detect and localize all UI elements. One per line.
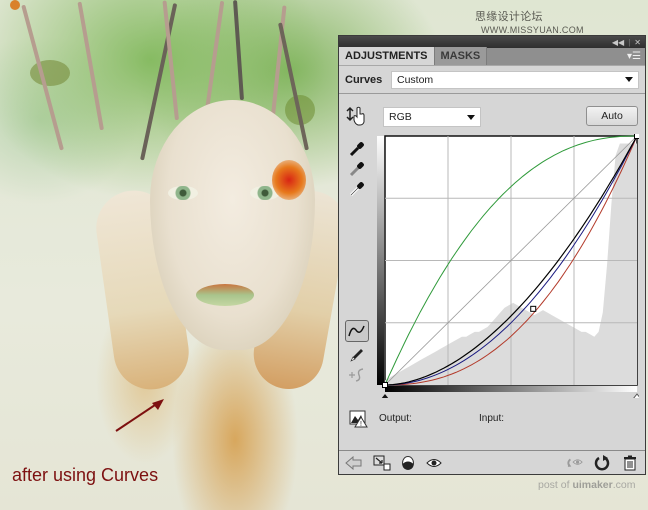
smooth-curve[interactable] — [347, 366, 367, 384]
watermark-brand: uimaker — [572, 479, 613, 491]
input-gradient-bar — [385, 386, 637, 392]
black-point-eyedropper[interactable] — [347, 140, 367, 158]
double-chevron-left-icon[interactable]: ◀◀ — [612, 38, 624, 47]
output-input-row: ! Output: Input: — [339, 408, 645, 430]
view-previous-icon[interactable] — [565, 454, 583, 472]
annotation-arrow — [115, 399, 164, 432]
watermark-suffix: .com — [612, 479, 636, 491]
pencil-icon — [350, 349, 363, 362]
branch — [233, 0, 244, 101]
edit-points-mode[interactable] — [345, 320, 369, 342]
left-eye — [168, 186, 198, 200]
channel-dropdown[interactable]: RGB — [383, 107, 481, 127]
smooth-icon — [349, 368, 364, 382]
reset-icon[interactable] — [593, 454, 611, 472]
gray-point-eyedropper[interactable] — [347, 160, 367, 178]
channel-value: RGB — [389, 111, 412, 123]
watermark-cn: 思缘设计论坛 — [475, 11, 543, 23]
eyedropper-white-icon — [349, 182, 364, 197]
channel-row: RGB Auto — [339, 103, 645, 131]
panel-tabs: ADJUSTMENTS MASKS ▾☰ — [339, 47, 645, 66]
visibility-toggle-icon[interactable] — [399, 454, 417, 472]
output-label: Output: — [379, 413, 412, 424]
hand-arrows-icon[interactable] — [346, 106, 368, 130]
paint-splash — [10, 0, 20, 10]
annotation-caption: after using Curves — [12, 465, 159, 485]
black-point-slider[interactable] — [381, 394, 389, 398]
curve-control-point — [530, 305, 537, 312]
eye-icon[interactable] — [425, 454, 443, 472]
watermark-top: 思缘设计论坛 WWW.MISSYUAN.COM — [475, 8, 648, 36]
chevron-down-icon — [467, 114, 475, 120]
auto-button[interactable]: Auto — [586, 106, 638, 126]
input-label: Input: — [479, 413, 505, 424]
watermark-url: WWW.MISSYUAN.COM — [481, 25, 584, 35]
red-paint-splash — [272, 160, 306, 200]
close-icon[interactable]: ✕ — [634, 38, 641, 47]
curve-endpoint-black — [382, 382, 388, 388]
curves-graph[interactable] — [377, 134, 639, 398]
panel-footer — [339, 450, 645, 474]
white-point-eyedropper[interactable] — [347, 180, 367, 198]
lips — [196, 284, 254, 306]
adjustments-panel: ◀◀ | ✕ ADJUSTMENTS MASKS ▾☰ Curves Custo… — [338, 35, 646, 475]
svg-text:!: ! — [360, 421, 362, 428]
branch — [205, 0, 225, 111]
tab-adjustments[interactable]: ADJUSTMENTS — [339, 47, 434, 65]
draw-mode[interactable] — [347, 346, 367, 364]
tab-masks[interactable]: MASKS — [433, 47, 488, 65]
preset-value: Custom — [397, 73, 434, 86]
eyedropper-gray-icon — [349, 162, 364, 177]
clipping-warning-icon[interactable]: ! — [349, 410, 369, 431]
watermark-bottom: post of uimaker.com — [538, 479, 636, 491]
curve-endpoint-white — [634, 134, 639, 139]
watermark-prefix: post of — [538, 479, 573, 491]
curves-graph-svg[interactable] — [377, 134, 639, 398]
adjustment-type-label: Curves — [345, 73, 383, 86]
trash-icon[interactable] — [621, 454, 639, 472]
titlebar-divider: | — [628, 37, 631, 47]
eyedropper-black-icon — [349, 142, 364, 157]
preset-row: Curves Custom — [339, 66, 645, 94]
panel-menu-icon[interactable]: ▾☰ — [627, 51, 641, 62]
curve-icon — [348, 325, 365, 337]
branch — [77, 1, 104, 131]
chevron-down-icon — [625, 77, 633, 82]
white-point-slider[interactable] — [633, 393, 639, 398]
output-gradient-bar — [377, 136, 384, 385]
clip-to-layer-icon[interactable] — [373, 454, 391, 472]
preset-dropdown[interactable]: Custom — [391, 70, 639, 89]
back-arrow-icon[interactable] — [345, 454, 363, 472]
